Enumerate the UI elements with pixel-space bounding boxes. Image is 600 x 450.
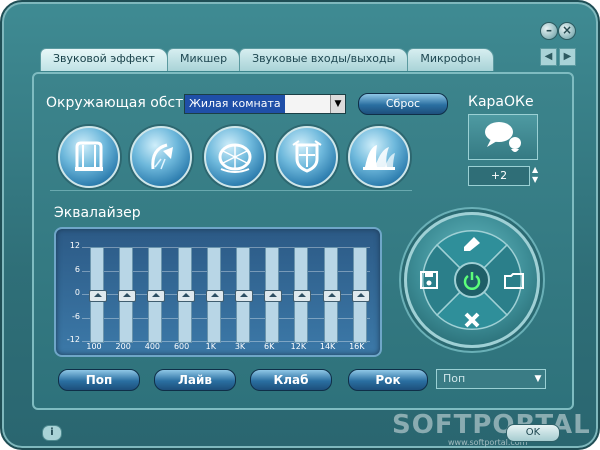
eq-band-knob[interactable] (176, 290, 195, 302)
karaoke-title: КараОКе (468, 94, 534, 110)
karaoke-button[interactable] (468, 114, 538, 160)
environment-select-value: Жилая комната (185, 95, 285, 113)
tab-mixer[interactable]: Микшер (166, 48, 241, 71)
watermark-brand: SOFTPORTAL (392, 410, 591, 440)
spin-down-icon[interactable]: ▼ (532, 175, 542, 185)
preset-select-value: Поп (443, 372, 466, 385)
eq-band-knob[interactable] (351, 290, 370, 302)
ok-button[interactable]: OK (506, 424, 560, 442)
preset-rock-button[interactable]: Рок (348, 369, 428, 391)
eq-db-tick-label: 0 (74, 288, 80, 297)
eq-band-slider[interactable] (176, 247, 195, 343)
eq-frequency-label: 100 (86, 342, 102, 351)
karaoke-speech-icon (485, 122, 521, 152)
eq-frequency-label: 3K (234, 342, 246, 351)
tab-scroll-left-icon[interactable]: ◀ (540, 48, 557, 66)
eq-frequency-label: 12K (290, 342, 307, 351)
tab-microphone[interactable]: Микрофон (407, 48, 494, 71)
eq-db-tick-label: 12 (69, 241, 80, 250)
eq-band-knob[interactable] (147, 290, 166, 302)
eq-band-slider[interactable] (351, 247, 370, 343)
environment-select[interactable]: Жилая комната ▼ (184, 94, 346, 114)
eq-band-slider[interactable] (293, 247, 312, 343)
eq-band-knob[interactable] (205, 290, 224, 302)
eq-band-knob[interactable] (235, 290, 253, 302)
eq-band-slider[interactable] (147, 247, 166, 343)
section-divider (50, 190, 412, 191)
preset-club-button[interactable]: Клаб (250, 369, 332, 391)
power-icon[interactable] (462, 270, 482, 290)
eq-frequency-label: 600 (173, 342, 190, 351)
eq-band-knob[interactable] (89, 290, 107, 302)
eq-band-knob[interactable] (264, 290, 283, 302)
tab-scroll-right-icon[interactable]: ▶ (559, 48, 576, 66)
environment-label: Окружающая обст (46, 95, 184, 111)
env-castle-icon[interactable] (276, 126, 338, 188)
eq-frequency-label: 200 (115, 342, 131, 351)
eq-band-slider[interactable] (118, 247, 137, 343)
eq-band-slider[interactable] (235, 247, 253, 343)
karaoke-value: +2 (468, 166, 530, 186)
preset-pop-button[interactable]: Поп (58, 369, 140, 391)
delete-x-icon[interactable] (462, 310, 482, 330)
preset-live-button[interactable]: Лайв (154, 369, 236, 391)
eq-db-tick-label: -6 (72, 311, 80, 321)
eq-frequency-label: 14K (319, 342, 336, 351)
eq-db-tick-label: 6 (74, 264, 80, 274)
eq-band-slider[interactable] (322, 247, 341, 343)
eq-band-slider[interactable] (89, 247, 107, 343)
chevron-down-icon: ▼ (534, 374, 542, 384)
info-button[interactable]: i (42, 425, 62, 441)
eq-frequency-label: 1K (205, 342, 216, 351)
audio-manager-window: – × Звуковой эффект Микшер Звуковые вход… (0, 0, 600, 450)
env-bathroom-icon[interactable] (58, 126, 120, 188)
tab-bar: Звуковой эффект Микшер Звуковые входы/вы… (40, 48, 494, 71)
eq-frequency-label: 400 (144, 342, 161, 351)
tab-sound-effect[interactable]: Звуковой эффект (40, 48, 168, 71)
chevron-down-icon: ▼ (330, 95, 345, 113)
control-dial (404, 212, 540, 348)
env-opera-house-icon[interactable] (348, 126, 410, 188)
eq-db-tick-label: -12 (66, 335, 80, 344)
reset-button[interactable]: Сброс (358, 93, 448, 115)
eq-band-slider[interactable] (205, 247, 224, 343)
save-disk-icon[interactable] (419, 270, 439, 290)
eraser-icon[interactable] (460, 233, 484, 253)
env-shower-icon[interactable] (130, 126, 192, 188)
folder-icon[interactable] (503, 270, 525, 290)
eq-frequency-label: 6K (264, 342, 275, 351)
eq-frequency-label: 16K (349, 342, 365, 351)
eq-band-knob[interactable] (118, 290, 137, 302)
eq-band-slider[interactable] (264, 247, 283, 343)
close-icon[interactable]: × (558, 22, 576, 40)
preset-select[interactable]: Поп ▼ (436, 369, 546, 389)
spin-up-icon[interactable]: ▲ (532, 165, 542, 175)
env-stadium-icon[interactable] (204, 126, 266, 188)
eq-band-knob[interactable] (322, 290, 341, 302)
equalizer-panel: 12 6 0 -6 -12 (54, 227, 382, 357)
equalizer-title: Эквалайзер (54, 205, 141, 221)
tab-audio-io[interactable]: Звуковые входы/выходы (239, 48, 409, 71)
minimize-icon[interactable]: – (540, 22, 558, 40)
tab-scroll-arrows: ◀ ▶ (538, 48, 576, 66)
eq-band-knob[interactable] (293, 290, 312, 302)
karaoke-spinner[interactable]: ▲ ▼ (532, 165, 542, 185)
